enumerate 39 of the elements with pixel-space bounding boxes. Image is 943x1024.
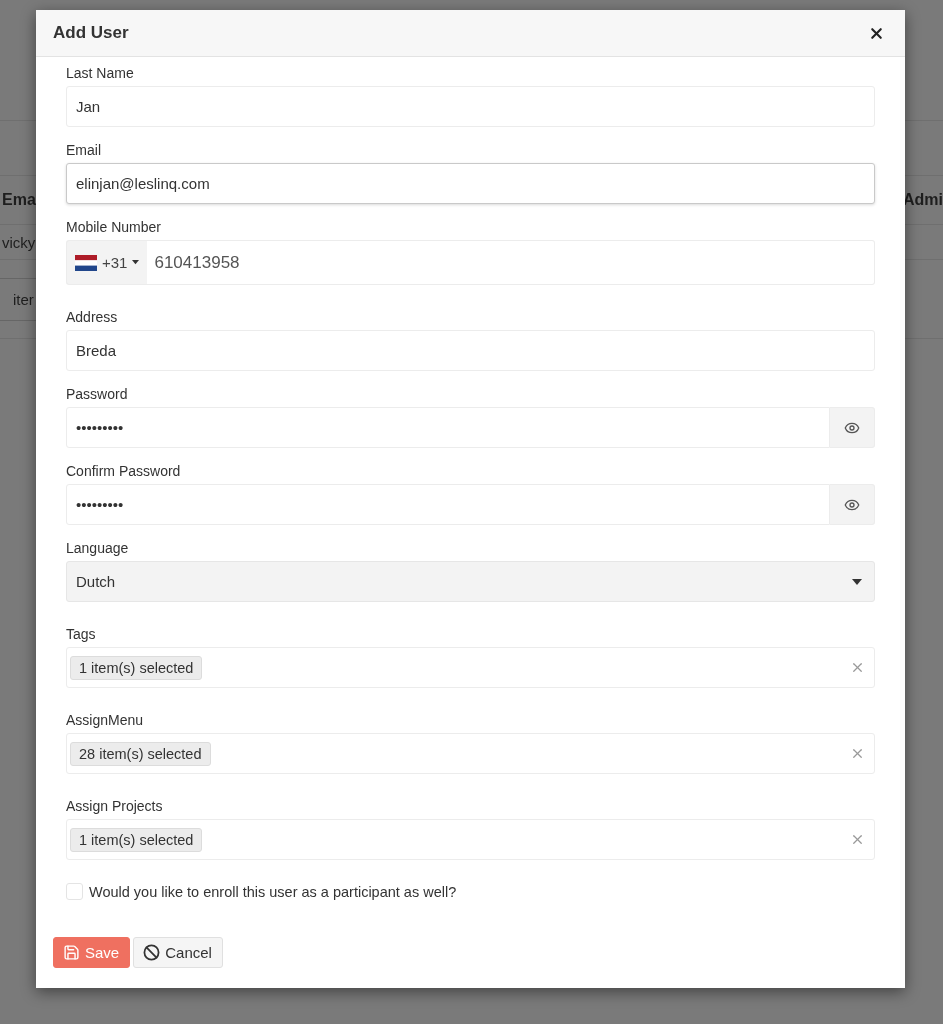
- password-field[interactable]: •••••••••: [66, 484, 830, 525]
- selection-tag: 1 item(s) selected: [70, 827, 203, 852]
- field-label: Last Name: [66, 64, 135, 83]
- table-cell: vicky: [2, 233, 36, 251]
- field-label: Mobile Number: [66, 218, 162, 237]
- multi-select-field[interactable]: 28 item(s) selected: [66, 733, 875, 774]
- field-label: Language: [66, 539, 130, 558]
- caret-icon: [852, 578, 862, 585]
- text-field[interactable]: Breda: [66, 330, 875, 371]
- clear-button[interactable]: [850, 832, 865, 847]
- column-header: Ema: [2, 191, 36, 209]
- password-field[interactable]: •••••••••: [66, 407, 830, 448]
- show-password-button[interactable]: [830, 484, 875, 525]
- text-field[interactable]: elinjan@leslinq.com: [66, 163, 875, 204]
- field-label: AssignMenu: [66, 711, 145, 730]
- language-select[interactable]: Dutch: [66, 561, 875, 602]
- close-icon: [850, 832, 865, 847]
- close-icon: [850, 746, 865, 761]
- selection-tag: 1 item(s) selected: [70, 655, 203, 680]
- multi-select-field[interactable]: 1 item(s) selected: [66, 647, 875, 688]
- show-password-button[interactable]: [830, 407, 875, 448]
- field-label: Tags: [66, 625, 97, 644]
- ban-icon: [143, 944, 161, 961]
- clear-button[interactable]: [850, 660, 865, 675]
- clear-button[interactable]: [850, 746, 865, 761]
- column-header: Admi: [903, 191, 943, 209]
- checkbox[interactable]: [66, 883, 83, 900]
- field-label: Assign Projects: [66, 797, 164, 816]
- close-icon: [850, 660, 865, 675]
- field-label: Address: [66, 308, 119, 327]
- field-label: Password: [66, 385, 129, 404]
- text-field[interactable]: Jan: [66, 86, 875, 127]
- selection-tag: 28 item(s) selected: [70, 741, 211, 766]
- cancel-button[interactable]: Cancel: [133, 937, 223, 968]
- dialog-title: Add User: [53, 23, 129, 43]
- field-label: Email: [66, 141, 102, 160]
- checkbox-label: Would you like to enroll this user as a participant as well?: [89, 883, 457, 900]
- multi-select-field[interactable]: 1 item(s) selected: [66, 819, 875, 860]
- field-label: Confirm Password: [66, 462, 182, 481]
